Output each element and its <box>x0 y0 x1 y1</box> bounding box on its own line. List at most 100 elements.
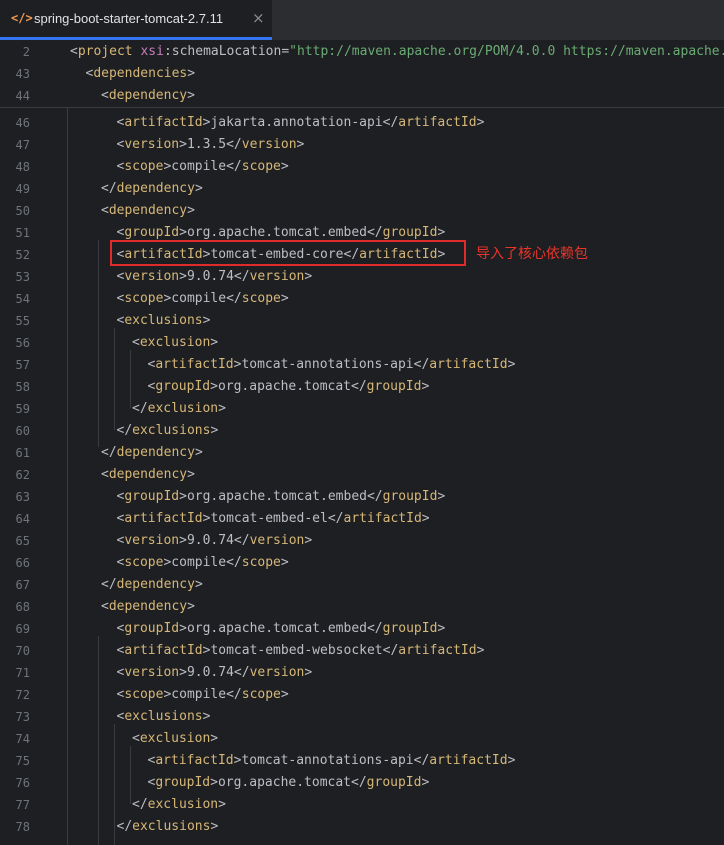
xml-tag: groupId <box>155 379 211 394</box>
code-line[interactable]: <exclusion> <box>132 332 218 354</box>
code-line[interactable]: <artifactId>tomcat-annotations-api</arti… <box>148 750 516 772</box>
xml-tag: version <box>249 665 305 680</box>
sticky-line[interactable]: <dependency> <box>101 85 195 107</box>
code-line[interactable]: <version>9.0.74</version> <box>117 530 313 552</box>
code-line[interactable]: <dependency> <box>101 596 195 618</box>
tag-value: compile <box>171 291 227 306</box>
tab-title: spring-boot-starter-tomcat-2.7.11 <box>34 11 224 26</box>
code-line[interactable]: </dependency> <box>101 178 203 200</box>
line-number: 56 <box>15 336 30 350</box>
sticky-line[interactable]: <project xsi:schemaLocation="http://mave… <box>70 41 724 63</box>
xml-tag: dependency <box>116 577 195 592</box>
tag-value: org.apache.tomcat.embed <box>186 621 367 636</box>
code-line[interactable]: <scope>compile</scope> <box>117 288 289 310</box>
xml-tag: artifactId <box>155 357 234 372</box>
xml-tag: exclusion <box>139 731 211 746</box>
code-line[interactable]: <exclusions> <box>117 310 211 332</box>
code-line[interactable]: <dependency> <box>101 200 195 222</box>
code-line[interactable]: </exclusion> <box>132 398 226 420</box>
tag-value: org.apache.tomcat <box>217 379 352 394</box>
code-line[interactable]: <artifactId>jakarta.annotation-api</arti… <box>117 112 485 134</box>
code-line[interactable]: <version>9.0.74</version> <box>117 266 313 288</box>
line-number: 61 <box>15 446 30 460</box>
xml-tag: scope <box>241 687 281 702</box>
code-editor[interactable]: 46 <artifactId>jakarta.annotation-api</ar… <box>0 40 724 845</box>
line-number: 65 <box>15 534 30 548</box>
line-number: 70 <box>15 644 30 658</box>
xml-tag: scope <box>124 687 164 702</box>
indent-guide <box>98 240 99 447</box>
xml-tag: artifactId <box>124 511 203 526</box>
code-line[interactable]: </exclusions> <box>117 420 219 442</box>
xml-tag: scope <box>241 291 281 306</box>
xml-tag: dependency <box>108 467 188 482</box>
line-number: 54 <box>15 292 30 306</box>
code-line[interactable]: </exclusion> <box>132 794 226 816</box>
code-line[interactable]: <artifactId>tomcat-embed-el</artifactId> <box>117 508 430 530</box>
tag-value: org.apache.tomcat <box>217 775 352 790</box>
xml-tag: artifactId <box>398 643 477 658</box>
indent-guide <box>67 40 68 845</box>
line-number: 73 <box>15 710 30 724</box>
tag-value: tomcat-annotations-api <box>241 753 414 768</box>
code-line[interactable]: <scope>compile</scope> <box>117 552 289 574</box>
code-line[interactable]: <artifactId>tomcat-embed-websocket</arti… <box>117 640 485 662</box>
code-line[interactable]: <exclusions> <box>117 706 211 728</box>
line-number: 76 <box>15 776 30 790</box>
code-line[interactable]: <version>9.0.74</version> <box>117 662 313 684</box>
code-line[interactable]: <groupId>org.apache.tomcat.embed</groupI… <box>117 486 446 508</box>
xml-namespace: xsi <box>140 44 164 59</box>
xml-tag: project <box>77 44 133 59</box>
xml-file-icon: </> <box>11 11 33 25</box>
line-number: 72 <box>15 688 30 702</box>
xml-tag: artifactId <box>398 115 477 130</box>
xml-tag: groupId <box>382 621 438 636</box>
code-line[interactable]: <dependency> <box>101 464 195 486</box>
line-number: 75 <box>15 754 30 768</box>
sticky-scroll-header: 2 <project xsi:schemaLocation="http://mav… <box>0 40 724 108</box>
line-number: 59 <box>15 402 30 416</box>
tag-value: 1.3.5 <box>186 137 227 152</box>
code-line[interactable]: <artifactId>tomcat-annotations-api</arti… <box>148 354 516 376</box>
code-line[interactable]: <version>1.3.5</version> <box>117 134 305 156</box>
xml-tag: dependency <box>108 203 188 218</box>
code-line[interactable]: </dependency> <box>101 574 203 596</box>
xml-tag: artifactId <box>124 643 203 658</box>
line-number: 67 <box>15 578 30 592</box>
code-line[interactable]: <groupId>org.apache.tomcat</groupId> <box>148 376 430 398</box>
line-number: 50 <box>15 204 30 218</box>
line-number: 63 <box>15 490 30 504</box>
tag-value: tomcat-annotations-api <box>241 357 414 372</box>
line-number: 2 <box>22 45 30 59</box>
line-number: 71 <box>15 666 30 680</box>
code-line[interactable]: <scope>compile</scope> <box>117 156 289 178</box>
xml-tag: exclusion <box>139 335 211 350</box>
line-number: 49 <box>15 182 30 196</box>
code-line[interactable]: <groupId>org.apache.tomcat.embed</groupI… <box>117 618 446 640</box>
xml-tag: version <box>124 137 180 152</box>
line-number: 68 <box>15 600 30 614</box>
tag-value: org.apache.tomcat.embed <box>186 489 367 504</box>
indent-guide <box>130 746 131 804</box>
line-number: 52 <box>15 248 30 262</box>
code-area[interactable]: 46 <artifactId>jakarta.annotation-api</ar… <box>0 40 724 845</box>
close-icon[interactable]: × <box>252 9 265 27</box>
sticky-line[interactable]: <dependencies> <box>86 63 196 85</box>
tag-value: jakarta.annotation-api <box>210 115 383 130</box>
xml-tag: scope <box>124 555 164 570</box>
line-number: 53 <box>15 270 30 284</box>
tab-pom-file[interactable]: </> spring-boot-starter-tomcat-2.7.11 × <box>0 0 272 40</box>
line-number: 46 <box>15 116 30 130</box>
line-number: 51 <box>15 226 30 240</box>
code-line[interactable]: <exclusion> <box>132 728 218 750</box>
code-line[interactable]: <scope>compile</scope> <box>117 684 289 706</box>
xml-tag: artifactId <box>124 115 203 130</box>
code-line[interactable]: <groupId>org.apache.tomcat</groupId> <box>148 772 430 794</box>
code-line[interactable]: </exclusions> <box>117 816 219 838</box>
code-line[interactable]: </dependency> <box>101 442 203 464</box>
indent-guide <box>130 350 131 408</box>
xml-tag: groupId <box>155 775 211 790</box>
indent-guide <box>98 636 99 845</box>
xml-tag: version <box>249 533 305 548</box>
xml-tag: scope <box>124 159 164 174</box>
